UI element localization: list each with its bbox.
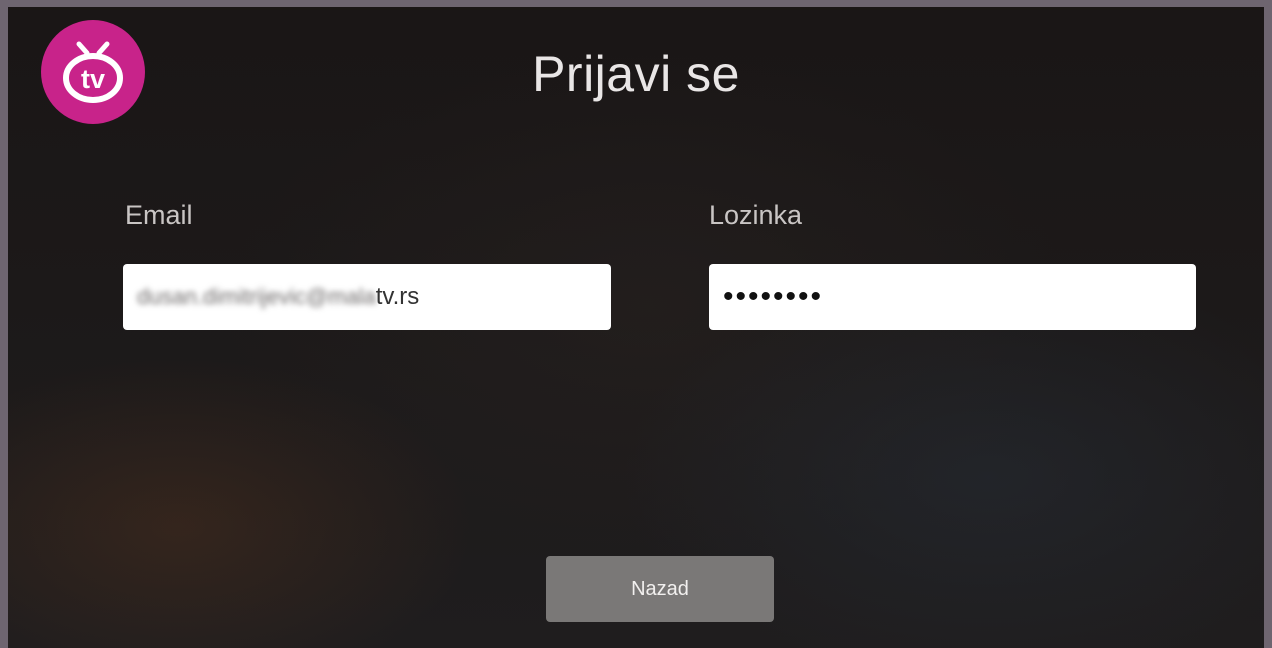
email-label: Email	[125, 200, 193, 230]
email-input[interactable]: dusan.dimitrijevic@mala tv.rs	[123, 264, 611, 330]
back-button[interactable]: Nazad	[546, 556, 774, 622]
login-screen: tv Prijavi se Email Lozinka dusan.dimitr…	[8, 7, 1264, 648]
email-value-suffix: tv.rs	[375, 283, 420, 310]
email-value-obscured: dusan.dimitrijevic@mala	[137, 284, 376, 309]
password-label: Lozinka	[709, 200, 803, 230]
page-title: Prijavi se	[532, 46, 740, 102]
password-input[interactable]	[709, 264, 1196, 330]
